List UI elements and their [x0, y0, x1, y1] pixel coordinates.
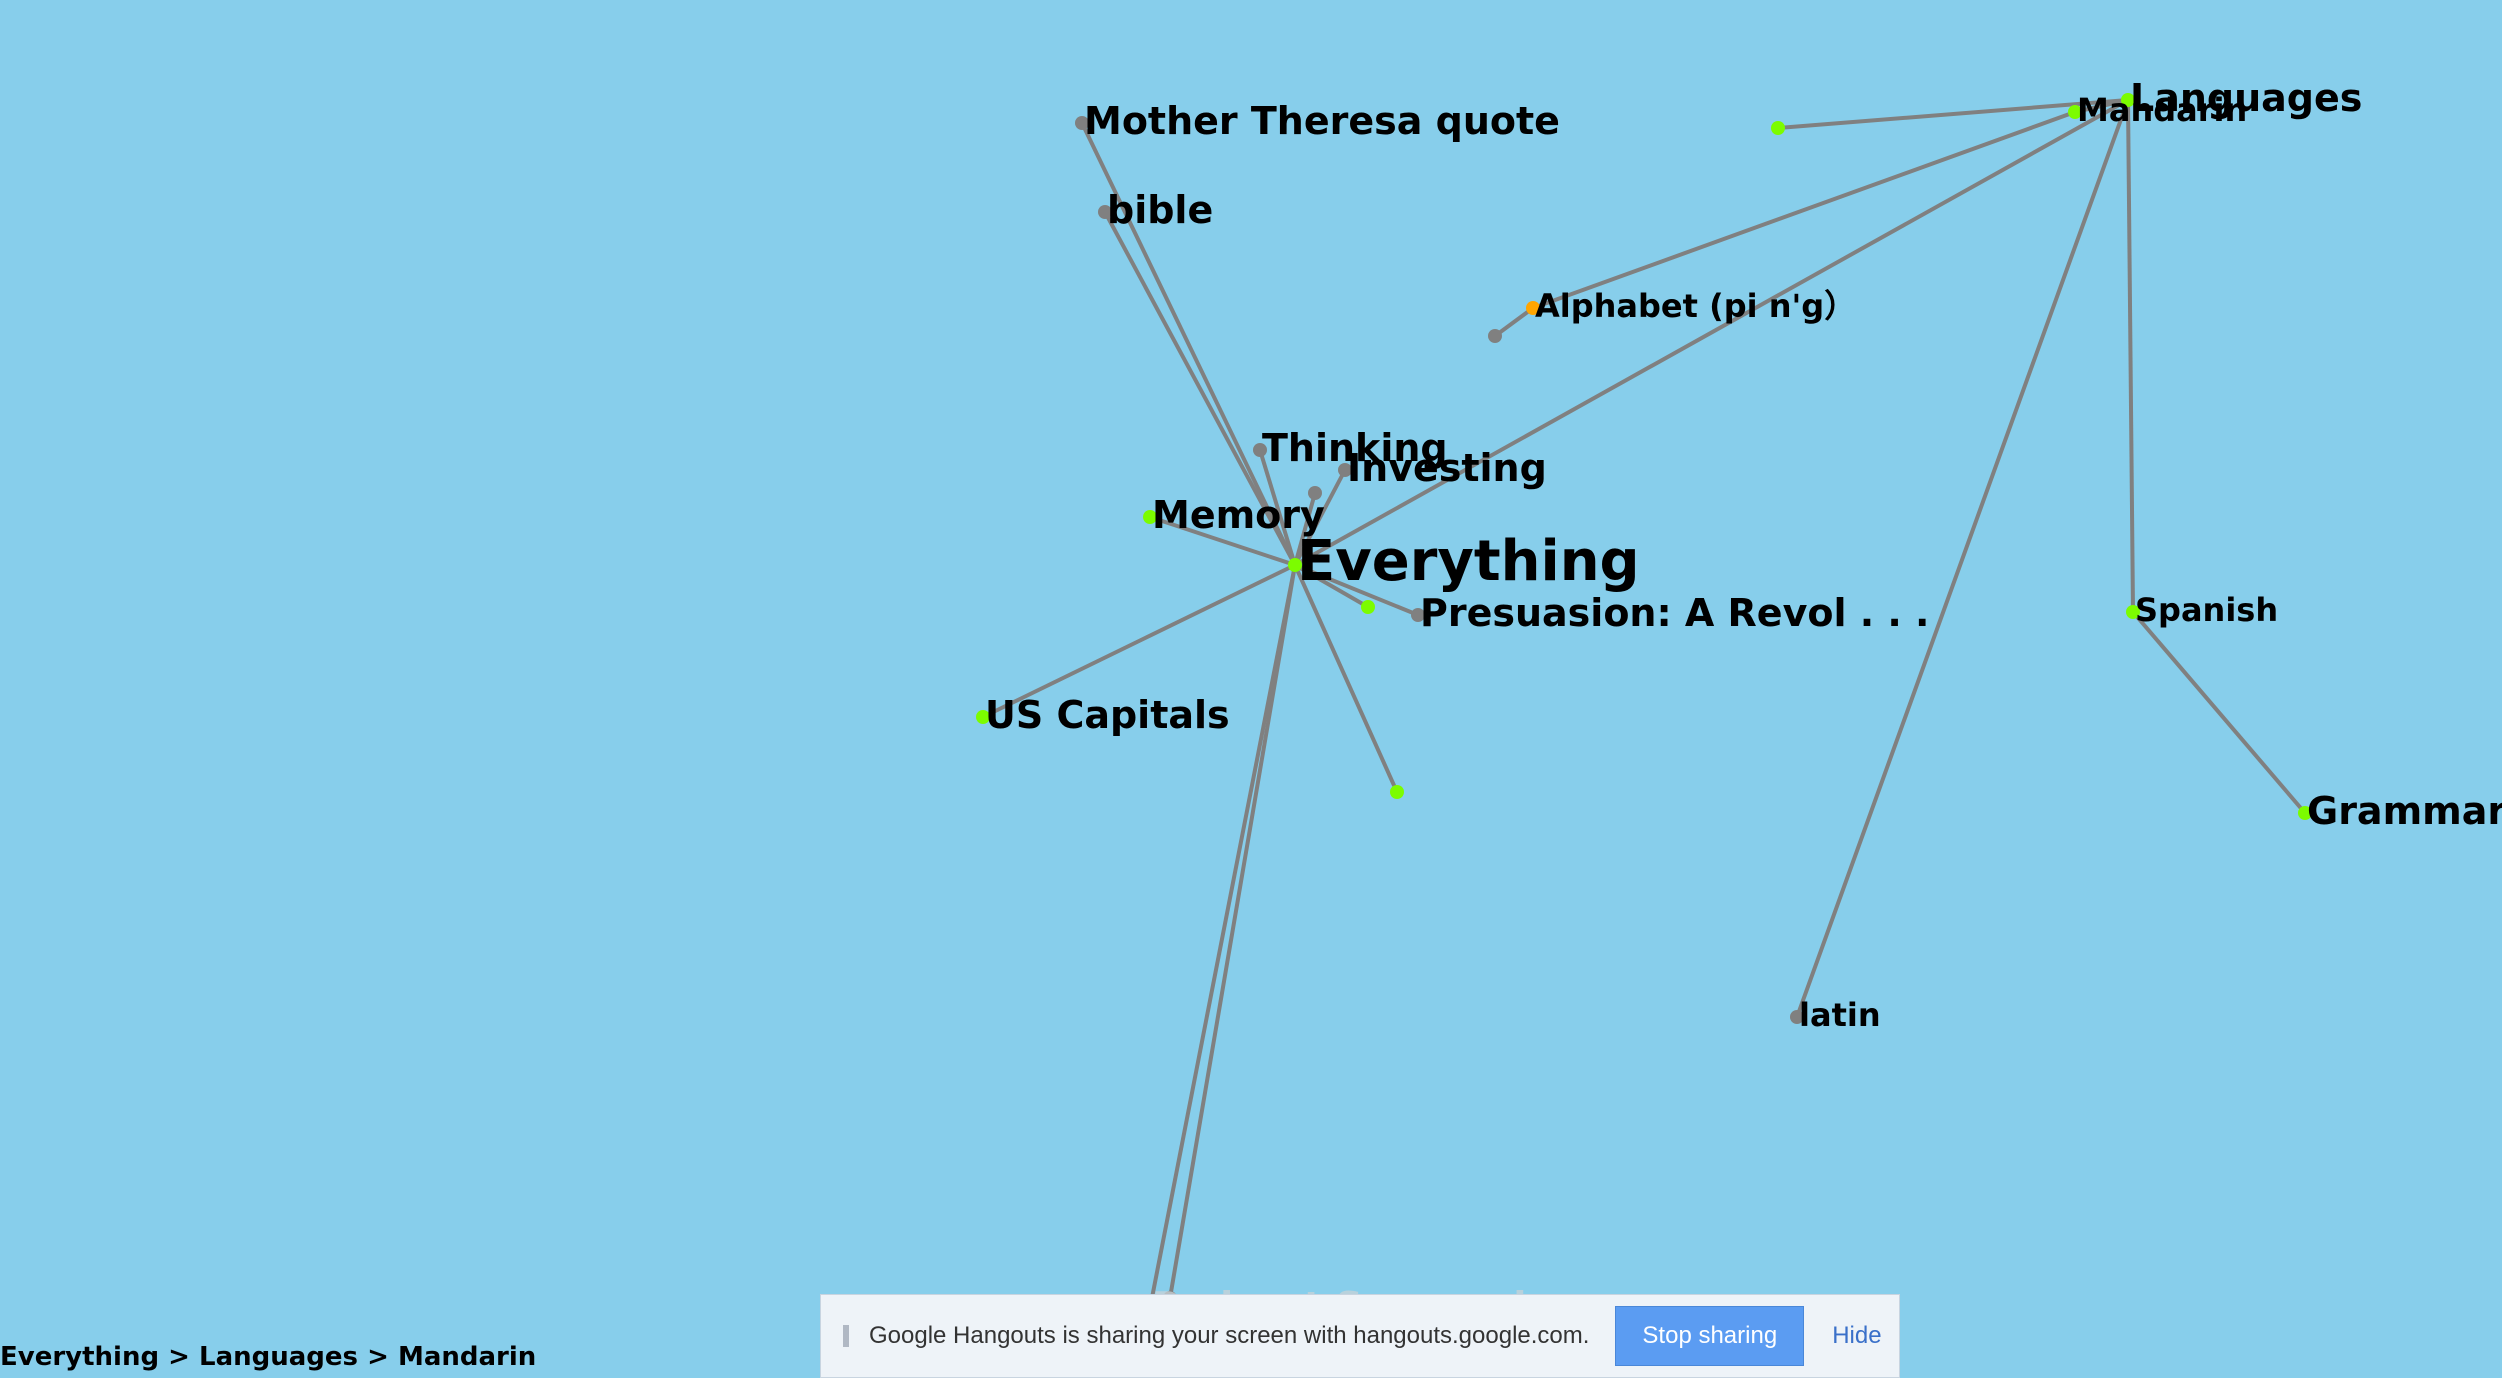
- breadcrumb: Everything > Languages > Mandarin: [0, 1342, 536, 1372]
- node-dot-dot5[interactable]: [1771, 121, 1785, 135]
- breadcrumb-separator: >: [367, 1342, 389, 1372]
- stop-sharing-button[interactable]: Stop sharing: [1615, 1306, 1805, 1366]
- screen-share-notification-bar: Google Hangouts is sharing your screen w…: [820, 1294, 1900, 1378]
- node-label-presuasion[interactable]: Presuasion: A Revol . . .: [1420, 594, 1929, 632]
- edge-everything-languages: [1294, 98, 2129, 567]
- node-label-grammar[interactable]: Grammar: [2307, 792, 2502, 830]
- edge-alphabet-dot4: [1493, 306, 1535, 338]
- breadcrumb-separator: >: [168, 1342, 190, 1372]
- node-label-uscapitals[interactable]: US Capitals: [985, 696, 1230, 734]
- node-label-alphabet[interactable]: Alphabet (pi n'g）: [1535, 290, 1856, 322]
- node-label-spanish[interactable]: Spanish: [2135, 594, 2278, 626]
- breadcrumb-item-languages[interactable]: Languages: [199, 1342, 358, 1372]
- node-label-investing[interactable]: Investing: [1347, 449, 1547, 487]
- node-dot-dot2[interactable]: [1361, 600, 1375, 614]
- node-label-memory[interactable]: Memory: [1152, 496, 1325, 534]
- node-label-everything[interactable]: Everything: [1297, 534, 1640, 590]
- breadcrumb-item-everything[interactable]: Everything: [0, 1342, 159, 1372]
- edge-spanish-grammar: [2131, 610, 2307, 815]
- node-dot-dot4[interactable]: [1488, 329, 1502, 343]
- node-label-mandarin[interactable]: Mandarin: [2077, 94, 2247, 126]
- node-label-bible[interactable]: bible: [1107, 191, 1213, 229]
- edge-everything-podcast: [1148, 564, 1297, 1309]
- edge-languages-spanish: [2126, 99, 2135, 613]
- node-label-latin[interactable]: latin: [1799, 999, 1881, 1031]
- drag-handle-icon[interactable]: [843, 1325, 849, 1347]
- mind-map-graph: [976, 93, 2312, 1315]
- node-label-mother[interactable]: Mother Theresa quote: [1084, 102, 1560, 140]
- edge-languages-latin: [1795, 99, 2130, 1018]
- node-dot-dot3[interactable]: [1390, 785, 1404, 799]
- hide-button[interactable]: Hide: [1832, 1322, 1881, 1350]
- edge-everything-dot6: [1168, 564, 1297, 1299]
- share-message: Google Hangouts is sharing your screen w…: [869, 1322, 1590, 1349]
- breadcrumb-item-mandarin[interactable]: Mandarin: [398, 1342, 536, 1372]
